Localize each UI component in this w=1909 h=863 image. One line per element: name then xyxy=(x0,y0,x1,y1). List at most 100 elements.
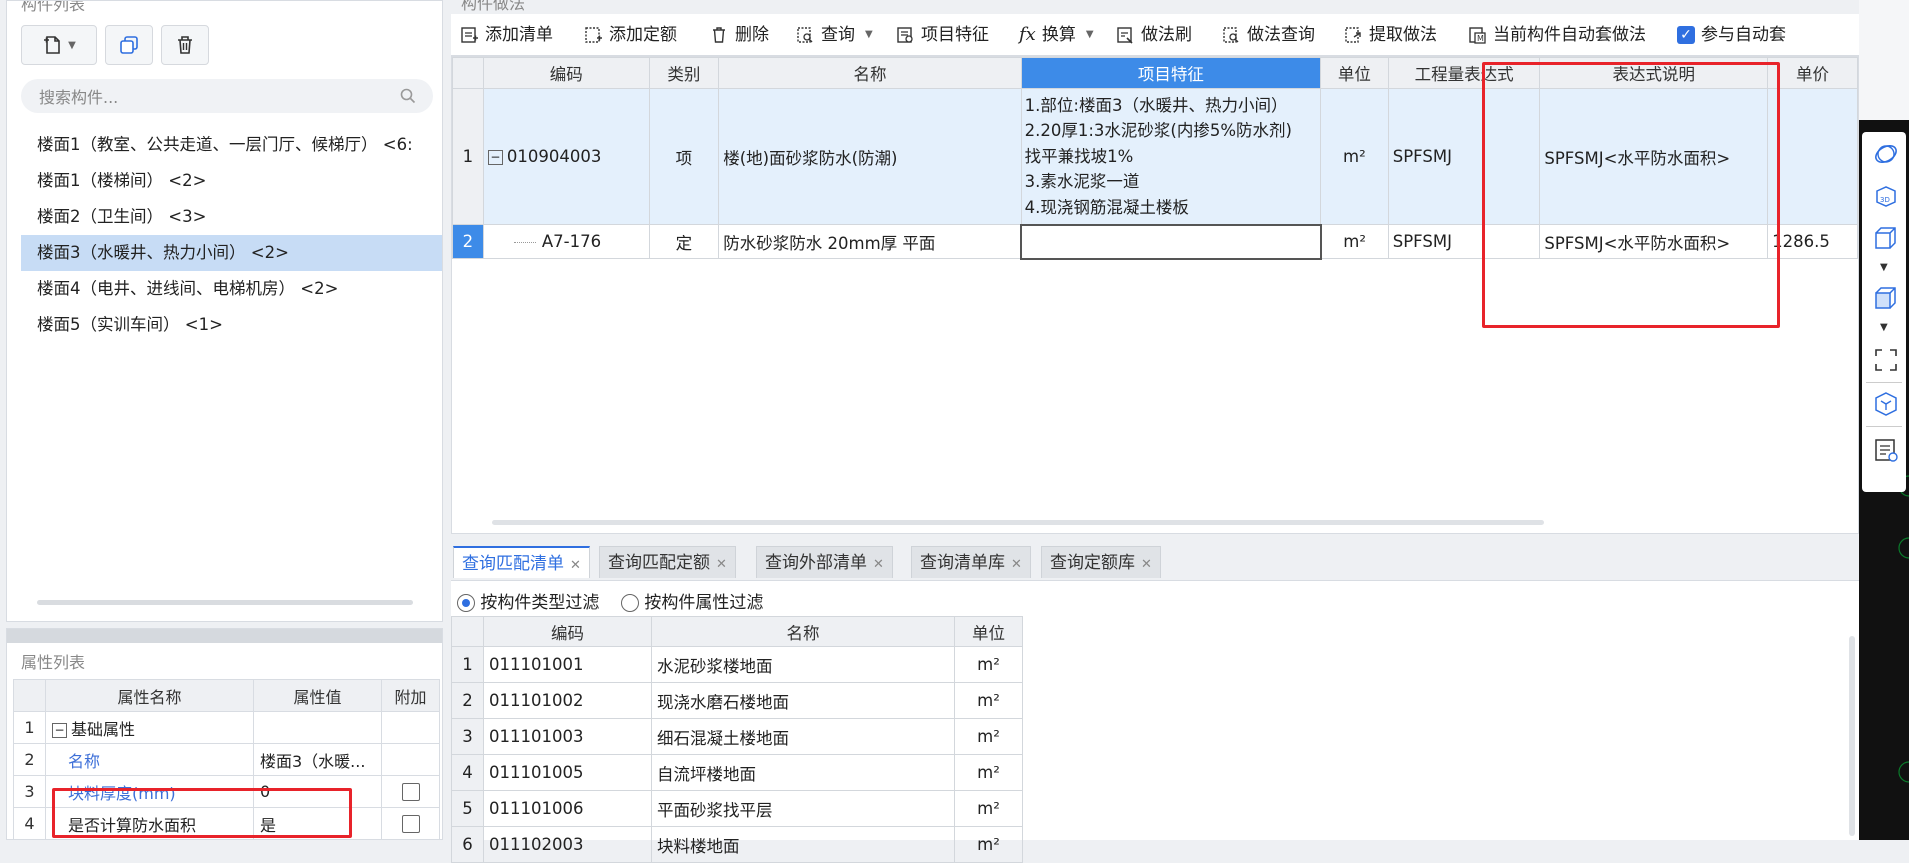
close-icon[interactable]: ✕ xyxy=(570,558,581,573)
copy-component-button[interactable] xyxy=(105,25,153,65)
price-cell[interactable] xyxy=(1767,88,1858,225)
table-row[interactable]: 1 − 基础属性 xyxy=(13,711,440,744)
table-row[interactable]: 6 011102003 块料楼地面 m² xyxy=(451,826,1023,863)
feature-edit-cell[interactable] xyxy=(1020,223,1322,260)
list-item[interactable]: 楼面2（卫生间） <3> xyxy=(21,199,442,235)
column-header-expr[interactable]: 工程量表达式 xyxy=(1387,57,1541,89)
tab-external-list[interactable]: 查询外部清单 ✕ xyxy=(756,546,893,578)
name-cell[interactable]: 细石混凝土楼地面 xyxy=(651,718,955,755)
list-view-icon[interactable] xyxy=(1872,436,1900,464)
panel-splitter[interactable] xyxy=(7,629,442,643)
column-header-name[interactable]: 名称 xyxy=(651,616,955,647)
radio-icon[interactable] xyxy=(621,594,639,612)
extract-method-button[interactable]: 提取做法 xyxy=(1343,22,1437,48)
horizontal-scrollbar[interactable] xyxy=(492,520,1544,525)
column-header-feature[interactable]: 项目特征 xyxy=(1020,57,1322,89)
new-component-button[interactable]: ▼ xyxy=(21,25,97,65)
close-icon[interactable]: ✕ xyxy=(1141,557,1152,572)
component-view-icon[interactable] xyxy=(1872,390,1900,418)
table-row[interactable]: 1 011101001 水泥砂浆楼地面 m² xyxy=(451,646,1023,683)
property-value-cell[interactable]: 0 xyxy=(253,775,382,808)
type-cell[interactable]: 项 xyxy=(648,88,720,225)
3d-view-icon[interactable]: 3D xyxy=(1872,182,1900,210)
add-list-button[interactable]: 添加清单 xyxy=(459,22,553,48)
solid-cube-icon[interactable] xyxy=(1872,284,1900,312)
table-row[interactable]: 1 −010904003 项 楼(地)面砂浆防水(防潮) 1.部位:楼面3（水暖… xyxy=(452,88,1858,225)
table-row[interactable]: 2 011101002 现浇水磨石楼地面 m² xyxy=(451,682,1023,719)
code-cell[interactable]: 011102003 xyxy=(483,826,652,863)
list-item[interactable]: 楼面5（实训车间） <1> xyxy=(21,307,442,343)
unit-cell[interactable]: m² xyxy=(954,646,1023,683)
filter-by-attr[interactable]: 按构件属性过滤 xyxy=(621,588,763,613)
list-item-selected[interactable]: 楼面3（水暖井、热力小间） <2> xyxy=(21,235,442,271)
participate-auto-checkbox[interactable]: ✓ xyxy=(1677,26,1695,44)
cube-icon[interactable] xyxy=(1872,224,1900,252)
expr-cell[interactable]: SPFSMJ xyxy=(1387,224,1541,259)
column-header-price[interactable]: 单价 xyxy=(1767,57,1858,89)
delete-component-button[interactable] xyxy=(161,25,209,65)
column-header-desc[interactable]: 表达式说明 xyxy=(1539,57,1769,89)
query-button[interactable]: 查询 ▼ xyxy=(795,22,873,48)
close-icon[interactable]: ✕ xyxy=(716,557,727,572)
add-quota-button[interactable]: 添加定额 xyxy=(583,22,677,48)
attach-checkbox[interactable] xyxy=(401,783,420,802)
auto-apply-button[interactable]: M 当前构件自动套做法 xyxy=(1467,22,1646,48)
code-cell[interactable]: 011101005 xyxy=(483,754,652,791)
type-cell[interactable]: 定 xyxy=(648,224,720,259)
expr-cell[interactable]: SPFSMJ xyxy=(1387,88,1541,225)
code-cell[interactable]: 011101003 xyxy=(483,718,652,755)
search-icon[interactable] xyxy=(399,87,417,105)
property-value-cell[interactable]: 是 xyxy=(253,807,382,839)
name-cell[interactable]: 块料楼地面 xyxy=(651,826,955,863)
column-header-unit[interactable]: 单位 xyxy=(1320,57,1389,89)
name-cell[interactable]: 水泥砂浆楼地面 xyxy=(651,646,955,683)
search-input[interactable]: 搜索构件... xyxy=(21,79,433,113)
desc-cell[interactable]: SPFSMJ<水平防水面积> xyxy=(1539,224,1769,259)
vertical-scrollbar[interactable] xyxy=(1849,636,1855,836)
table-row[interactable]: 4 011101005 自流坪楼地面 m² xyxy=(451,754,1023,791)
list-item[interactable]: 楼面4（电井、进线间、电梯机房） <2> xyxy=(21,271,442,307)
convert-button[interactable]: 𝑓x 换算 ▼ xyxy=(1019,22,1094,48)
name-cell[interactable]: 平面砂浆找平层 xyxy=(651,790,955,827)
fullscreen-icon[interactable] xyxy=(1872,346,1900,374)
chevron-down-icon[interactable]: ▼ xyxy=(68,40,76,51)
name-cell[interactable]: 现浇水磨石楼地面 xyxy=(651,682,955,719)
orbit-icon[interactable] xyxy=(1872,140,1900,168)
horizontal-scrollbar[interactable] xyxy=(37,600,413,605)
name-cell[interactable]: 防水砂浆防水 20mm厚 平面 xyxy=(718,224,1022,259)
code-cell[interactable]: 011101002 xyxy=(483,682,652,719)
table-row[interactable]: 2 A7-176 定 防水砂浆防水 20mm厚 平面 m² SPFSMJ SPF… xyxy=(452,223,1858,260)
column-header[interactable]: 属性值 xyxy=(253,679,382,712)
list-item[interactable]: 楼面1（教室、公共走道、一层门厅、候梯厅） <6: xyxy=(21,127,442,163)
column-header-code[interactable]: 编码 xyxy=(483,616,652,647)
tab-match-list[interactable]: 查询匹配清单 ✕ xyxy=(453,546,590,578)
code-cell[interactable]: 011101001 xyxy=(483,646,652,683)
chevron-down-icon[interactable]: ▼ xyxy=(1086,22,1094,48)
method-brush-button[interactable]: 做法刷 xyxy=(1115,22,1192,48)
method-query-button[interactable]: 做法查询 xyxy=(1221,22,1315,48)
unit-cell[interactable]: m² xyxy=(1320,88,1389,225)
column-header-unit[interactable]: 单位 xyxy=(954,616,1023,647)
delete-button[interactable]: 删除 xyxy=(709,22,769,48)
chevron-down-icon[interactable]: ▼ xyxy=(1880,322,1888,333)
item-feature-button[interactable]: 项目特征 xyxy=(895,22,989,48)
code-cell[interactable]: A7-176 xyxy=(482,224,650,259)
desc-cell[interactable]: SPFSMJ<水平防水面积> xyxy=(1539,88,1769,225)
unit-cell[interactable]: m² xyxy=(954,754,1023,791)
tab-list-library[interactable]: 查询清单库 ✕ xyxy=(911,546,1031,578)
tab-quota-library[interactable]: 查询定额库 ✕ xyxy=(1041,546,1161,578)
table-row[interactable]: 4 是否计算防水面积 是 xyxy=(13,807,440,839)
unit-cell[interactable]: m² xyxy=(1320,224,1389,259)
column-header[interactable]: 属性名称 xyxy=(45,679,254,712)
code-cell[interactable]: −010904003 xyxy=(482,88,650,225)
property-value-cell[interactable]: 楼面3（水暖... xyxy=(253,743,382,776)
unit-cell[interactable]: m² xyxy=(954,790,1023,827)
collapse-icon[interactable]: − xyxy=(52,722,67,738)
unit-cell[interactable]: m² xyxy=(954,682,1023,719)
unit-cell[interactable]: m² xyxy=(954,718,1023,755)
price-cell[interactable]: 1286.5 xyxy=(1767,224,1858,259)
code-cell[interactable]: 011101006 xyxy=(483,790,652,827)
table-row[interactable]: 3 011101003 细石混凝土楼地面 m² xyxy=(451,718,1023,755)
participate-auto-toggle[interactable]: ✓ 参与自动套 xyxy=(1677,22,1786,48)
feature-cell[interactable]: 1.部位:楼面3（水暖井、热力小间） 2.20厚1:3水泥砂浆(内掺5%防水剂)… xyxy=(1020,88,1322,225)
